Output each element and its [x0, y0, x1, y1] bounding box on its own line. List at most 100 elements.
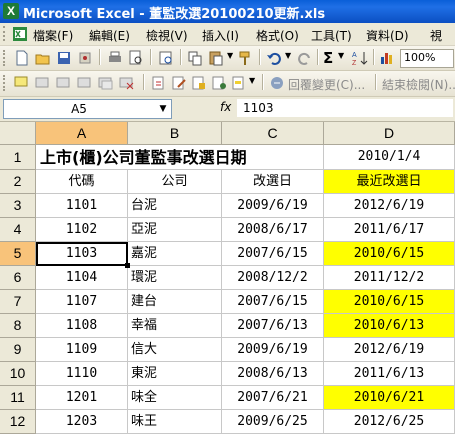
menu-format[interactable]: 格式(O) — [256, 27, 299, 44]
table-row-cell[interactable]: 東泥 — [128, 362, 222, 386]
reply-changes-button[interactable]: 回覆變更(C)... — [288, 76, 365, 93]
table-row-cell[interactable]: 2009/6/19 — [222, 194, 324, 218]
table-row-cell[interactable]: 2009/6/19 — [222, 338, 324, 362]
table-row-cell[interactable]: 台泥 — [128, 194, 222, 218]
table-row-cell[interactable]: 環泥 — [128, 266, 222, 290]
table-row-cell[interactable]: 2010/6/21 — [324, 386, 455, 410]
header-recent-election-date[interactable]: 最近改選日 — [324, 170, 455, 194]
row-header-10[interactable]: 10 — [0, 362, 36, 386]
table-row-cell[interactable]: 2010/6/15 — [324, 242, 455, 266]
menu-view[interactable]: 檢視(V) — [146, 27, 188, 44]
cell-d1[interactable]: 2010/1/4 — [324, 145, 455, 170]
table-row-cell[interactable]: 2008/12/2 — [222, 266, 324, 290]
table-row-cell[interactable]: 1108 — [36, 314, 128, 338]
table-row-cell[interactable]: 建台 — [128, 290, 222, 314]
previous-comment-icon[interactable] — [34, 74, 52, 92]
menu-data[interactable]: 資料(D) — [366, 27, 409, 44]
delete-comment-icon[interactable] — [118, 74, 136, 92]
new-document-icon[interactable] — [13, 49, 31, 67]
column-header-d[interactable]: D — [324, 122, 455, 145]
header-election-date[interactable]: 改選日 — [222, 170, 324, 194]
row-header-11[interactable]: 11 — [0, 386, 36, 410]
row-header-12[interactable]: 12 — [0, 410, 36, 434]
paste-icon[interactable] — [207, 49, 225, 67]
table-row-cell[interactable]: 2012/6/19 — [324, 194, 455, 218]
table-row-cell[interactable]: 亞泥 — [128, 218, 222, 242]
autosum-icon[interactable]: Σ — [323, 49, 333, 67]
table-row-cell[interactable]: 2009/6/25 — [222, 410, 324, 434]
table-row-cell[interactable]: 1201 — [36, 386, 128, 410]
chart-wizard-icon[interactable] — [378, 49, 396, 67]
table-row-cell[interactable]: 2007/6/13 — [222, 314, 324, 338]
end-review-button[interactable]: 結束檢閱(N)... — [382, 76, 455, 93]
table-row-cell[interactable]: 2012/6/19 — [324, 338, 455, 362]
table-row-cell[interactable]: 2007/6/15 — [222, 242, 324, 266]
row-header-1[interactable]: 1 — [0, 145, 36, 170]
table-row-cell[interactable]: 1110 — [36, 362, 128, 386]
row-header-9[interactable]: 9 — [0, 338, 36, 362]
menu-window[interactable]: 視 — [430, 27, 442, 44]
undo-icon[interactable] — [265, 49, 283, 67]
show-comment-icon[interactable] — [76, 74, 94, 92]
menu-gripper[interactable] — [3, 26, 8, 41]
row-header-5[interactable]: 5 — [0, 242, 36, 266]
column-header-a[interactable]: A — [36, 122, 128, 145]
column-header-c[interactable]: C — [222, 122, 324, 145]
select-all-corner[interactable] — [0, 122, 36, 145]
protect-sheet-icon[interactable] — [190, 74, 208, 92]
new-comment-icon[interactable] — [13, 74, 31, 92]
table-row-cell[interactable]: 味全 — [128, 386, 222, 410]
table-row-cell[interactable]: 嘉泥 — [128, 242, 222, 266]
chevron-down-icon[interactable]: ▼ — [285, 51, 291, 60]
table-row-cell[interactable]: 2007/6/15 — [222, 290, 324, 314]
excel-app-icon[interactable]: X — [3, 3, 19, 19]
table-row-cell[interactable]: 信大 — [128, 338, 222, 362]
row-header-8[interactable]: 8 — [0, 314, 36, 338]
table-row-cell[interactable]: 2011/6/17 — [324, 218, 455, 242]
table-row-cell[interactable]: 味王 — [128, 410, 222, 434]
table-row-cell[interactable]: 1102 — [36, 218, 128, 242]
column-header-b[interactable]: B — [128, 122, 222, 145]
active-cell-a5[interactable]: 1103 — [36, 242, 128, 266]
print-preview-icon[interactable] — [127, 49, 145, 67]
reply-changes-icon[interactable] — [268, 74, 286, 92]
table-row-cell[interactable]: 2012/6/25 — [324, 410, 455, 434]
table-row-cell[interactable]: 1107 — [36, 290, 128, 314]
open-folder-icon[interactable] — [34, 49, 52, 67]
workbook-icon[interactable] — [12, 26, 28, 42]
chevron-down-icon[interactable]: ▼ — [227, 51, 233, 60]
track-changes-icon[interactable] — [150, 74, 168, 92]
menu-edit[interactable]: 編輯(E) — [89, 27, 130, 44]
chevron-down-icon[interactable]: ▼ — [249, 76, 255, 85]
save-icon[interactable] — [55, 49, 73, 67]
chevron-down-icon[interactable]: ▼ — [155, 100, 171, 118]
menu-tools[interactable]: 工具(T) — [311, 27, 352, 44]
table-row-cell[interactable]: 2011/6/13 — [324, 362, 455, 386]
table-row-cell[interactable]: 2008/6/17 — [222, 218, 324, 242]
toolbar-gripper[interactable] — [3, 75, 8, 91]
toolbar-gripper[interactable] — [3, 50, 8, 66]
table-row-cell[interactable]: 2007/6/21 — [222, 386, 324, 410]
header-code[interactable]: 代碼 — [36, 170, 128, 194]
row-header-3[interactable]: 3 — [0, 194, 36, 218]
zoom-select[interactable]: 100% — [400, 49, 454, 68]
table-row-cell[interactable]: 2010/6/15 — [324, 290, 455, 314]
table-row-cell[interactable]: 2011/12/2 — [324, 266, 455, 290]
table-row-cell[interactable]: 1109 — [36, 338, 128, 362]
table-row-cell[interactable]: 1203 — [36, 410, 128, 434]
sort-ascending-icon[interactable]: AZ — [351, 49, 369, 67]
row-header-6[interactable]: 6 — [0, 266, 36, 290]
print-icon[interactable] — [106, 49, 124, 67]
table-row-cell[interactable]: 2010/6/13 — [324, 314, 455, 338]
menu-insert[interactable]: 插入(I) — [202, 27, 239, 44]
fill-handle[interactable] — [125, 263, 130, 268]
table-row-cell[interactable]: 1104 — [36, 266, 128, 290]
chevron-down-icon[interactable]: ▼ — [338, 51, 344, 60]
row-header-4[interactable]: 4 — [0, 218, 36, 242]
shared-workbook-icon[interactable] — [210, 74, 228, 92]
table-row-cell[interactable]: 幸福 — [128, 314, 222, 338]
edit-document-icon[interactable] — [170, 74, 188, 92]
highlight-changes-icon[interactable] — [230, 74, 248, 92]
row-header-2[interactable]: 2 — [0, 170, 36, 194]
function-icon[interactable]: fx — [220, 100, 231, 114]
